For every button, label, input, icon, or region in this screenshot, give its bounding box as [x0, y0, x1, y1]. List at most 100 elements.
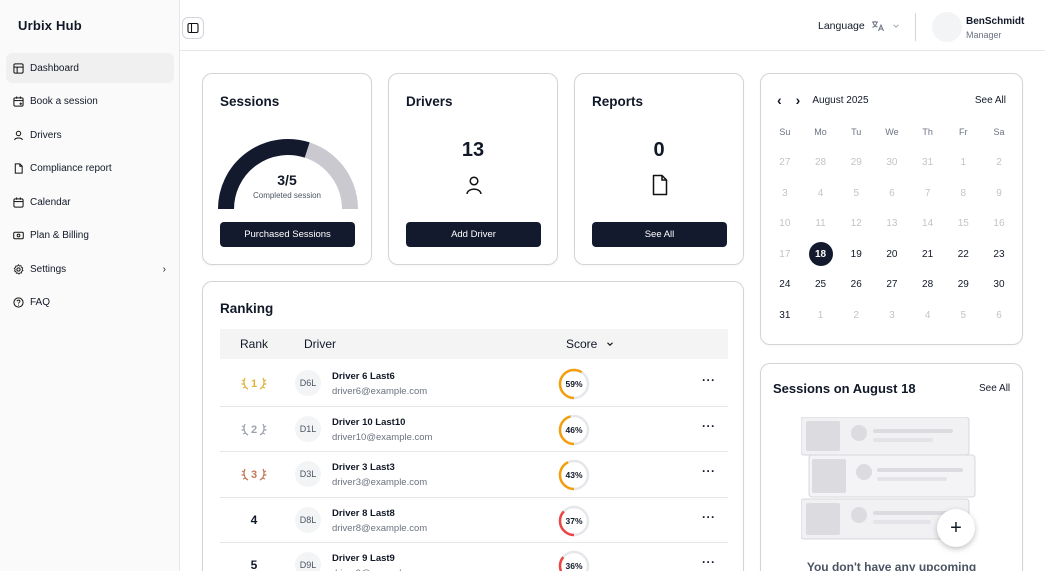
calendar-day[interactable]: 27 — [874, 279, 910, 290]
next-month-button[interactable]: › — [796, 92, 801, 108]
calendar-week-row: 3456789 — [767, 178, 1017, 209]
score-ring: 59% — [558, 368, 590, 400]
driver-name[interactable]: Driver 10 Last10 — [332, 417, 405, 428]
chevron-down-icon — [892, 24, 899, 28]
calendar-day[interactable]: 21 — [910, 249, 946, 260]
add-session-fab[interactable]: + — [937, 509, 975, 547]
sidebar-item-settings[interactable]: Settings › — [6, 254, 174, 284]
sidebar-item-plan-billing[interactable]: Plan & Billing — [6, 221, 174, 251]
driver-name[interactable]: Driver 9 Last9 — [332, 553, 395, 564]
rank-number: 1 — [251, 378, 257, 390]
calendar-day[interactable]: 11 — [803, 218, 839, 229]
calendar-day[interactable]: 17 — [767, 249, 803, 260]
calendar-day[interactable]: 6 — [874, 188, 910, 199]
see-all-reports-button[interactable]: See All — [592, 222, 727, 247]
calendar-day[interactable]: 16 — [981, 218, 1017, 229]
driver-name[interactable]: Driver 3 Last3 — [332, 462, 395, 473]
table-row[interactable]: 5D9LDriver 9 Last9driver9@example.com36%… — [220, 543, 728, 571]
calendar-day[interactable]: 30 — [981, 279, 1017, 290]
calendar-day[interactable]: 1 — [945, 157, 981, 168]
weekday-label: Fr — [959, 127, 968, 138]
language-selector[interactable]: Language — [818, 20, 901, 32]
driver-avatar-initials: D1L — [295, 415, 321, 442]
calendar-day[interactable]: 5 — [945, 310, 981, 321]
sidebar-toggle-button[interactable] — [182, 17, 204, 39]
calendar-day[interactable]: 28 — [910, 279, 946, 290]
calendar-day[interactable]: 31 — [767, 310, 803, 321]
sidebar-item-dashboard[interactable]: Dashboard — [6, 53, 174, 83]
calendar-day[interactable]: 2 — [838, 310, 874, 321]
table-row[interactable]: 3 D3L Driver 3 Last3 driver3@example.com 43%… — [220, 452, 728, 498]
row-more-button[interactable]: ··· — [702, 510, 716, 524]
calendar-day[interactable]: 1 — [803, 310, 839, 321]
driver-name[interactable]: Driver 6 Last6 — [332, 371, 395, 382]
calendar-week-row: 24 25 26 27 28 29 30 — [767, 270, 1017, 301]
calendar-day[interactable]: 29 — [945, 279, 981, 290]
avatar[interactable] — [932, 12, 962, 42]
sidebar-toggle-icon — [187, 22, 199, 34]
sidebar-item-calendar[interactable]: Calendar — [6, 187, 174, 217]
calendar-day[interactable]: 24 — [767, 279, 803, 290]
calendar-day[interactable]: 7 — [910, 188, 946, 199]
ranking-card: Ranking Rank Driver Score 1 D6L Driver 6 L… — [202, 281, 744, 571]
calendar-day[interactable]: 23 — [981, 249, 1017, 260]
driver-name[interactable]: Driver 8 Last8 — [332, 508, 395, 519]
calendar-day[interactable]: 4 — [803, 188, 839, 199]
calendar-day[interactable]: 20 — [874, 249, 910, 260]
calendar-day[interactable]: 22 — [945, 249, 981, 260]
calendar-day[interactable]: 12 — [838, 218, 874, 229]
calendar-day[interactable]: 2 — [981, 157, 1017, 168]
calendar-day[interactable]: 27 — [767, 157, 803, 168]
calendar-day[interactable]: 5 — [838, 188, 874, 199]
rank-number: 3 — [251, 469, 257, 481]
calendar-day[interactable]: 9 — [981, 188, 1017, 199]
calendar-day[interactable]: 3 — [767, 188, 803, 199]
calendar-day[interactable]: 8 — [945, 188, 981, 199]
sidebar-item-label: Plan & Billing — [30, 230, 89, 241]
sidebar-item-compliance-report[interactable]: Compliance report — [6, 154, 174, 184]
weekday-label: Sa — [993, 127, 1005, 138]
calendar-day[interactable]: 4 — [910, 310, 946, 321]
row-more-button[interactable]: ··· — [702, 419, 716, 433]
rank-number: 5 — [250, 558, 258, 571]
rank-number: 2 — [251, 424, 257, 436]
add-driver-button[interactable]: Add Driver — [406, 222, 541, 247]
score-ring: 46% — [558, 414, 590, 446]
column-score-sort[interactable]: Score — [566, 337, 615, 351]
row-more-button[interactable]: ··· — [702, 555, 716, 569]
row-more-button[interactable]: ··· — [702, 373, 716, 387]
table-row[interactable]: 4 D8L Driver 8 Last8 driver8@example.com 37%… — [220, 498, 728, 543]
calendar-day[interactable]: 30 — [874, 157, 910, 168]
calendar-day[interactable]: 15 — [945, 218, 981, 229]
calendar-day[interactable]: 25 — [803, 279, 839, 290]
calendar-day[interactable]: 31 — [910, 157, 946, 168]
purchased-sessions-button[interactable]: Purchased Sessions — [220, 222, 355, 247]
row-more-button[interactable]: ··· — [702, 464, 716, 478]
calendar-day[interactable]: 13 — [874, 218, 910, 229]
calendar-day[interactable]: 10 — [767, 218, 803, 229]
sidebar-item-drivers[interactable]: Drivers — [6, 120, 174, 150]
sidebar-nav: Dashboard Book a session Drivers Complia… — [6, 53, 174, 321]
sessions-day-see-all-link[interactable]: See All — [979, 383, 1010, 394]
calendar-day[interactable]: 3 — [874, 310, 910, 321]
user-name: BenSchmidt — [966, 16, 1025, 27]
table-row[interactable]: 2 D1L Driver 10 Last10 driver10@example.com… — [220, 407, 728, 452]
calendar-day[interactable]: 29 — [838, 157, 874, 168]
calendar-day[interactable]: 14 — [910, 218, 946, 229]
sidebar-item-faq[interactable]: FAQ — [6, 288, 174, 318]
table-row[interactable]: 1 D6L Driver 6 Last6 driver6@example.com 59%… — [220, 361, 728, 407]
language-label: Language — [818, 20, 865, 32]
column-rank: Rank — [240, 337, 269, 351]
driver-email: driver10@example.com — [332, 431, 433, 443]
gear-icon — [13, 263, 24, 275]
calendar-see-all-link[interactable]: See All — [975, 95, 1006, 106]
calendar-day[interactable]: 28 — [803, 157, 839, 168]
calendar-day-selected[interactable]: 18 — [803, 242, 839, 267]
driver-avatar-initials: D3L — [295, 461, 321, 487]
calendar-day[interactable]: 19 — [838, 249, 874, 260]
prev-month-button[interactable]: ‹ — [777, 92, 782, 108]
calendar-day[interactable]: 26 — [838, 279, 874, 290]
calendar-day[interactable]: 6 — [981, 310, 1017, 321]
sidebar-item-book-session[interactable]: Book a session — [6, 87, 174, 117]
sidebar-item-label: Compliance report — [30, 163, 112, 174]
